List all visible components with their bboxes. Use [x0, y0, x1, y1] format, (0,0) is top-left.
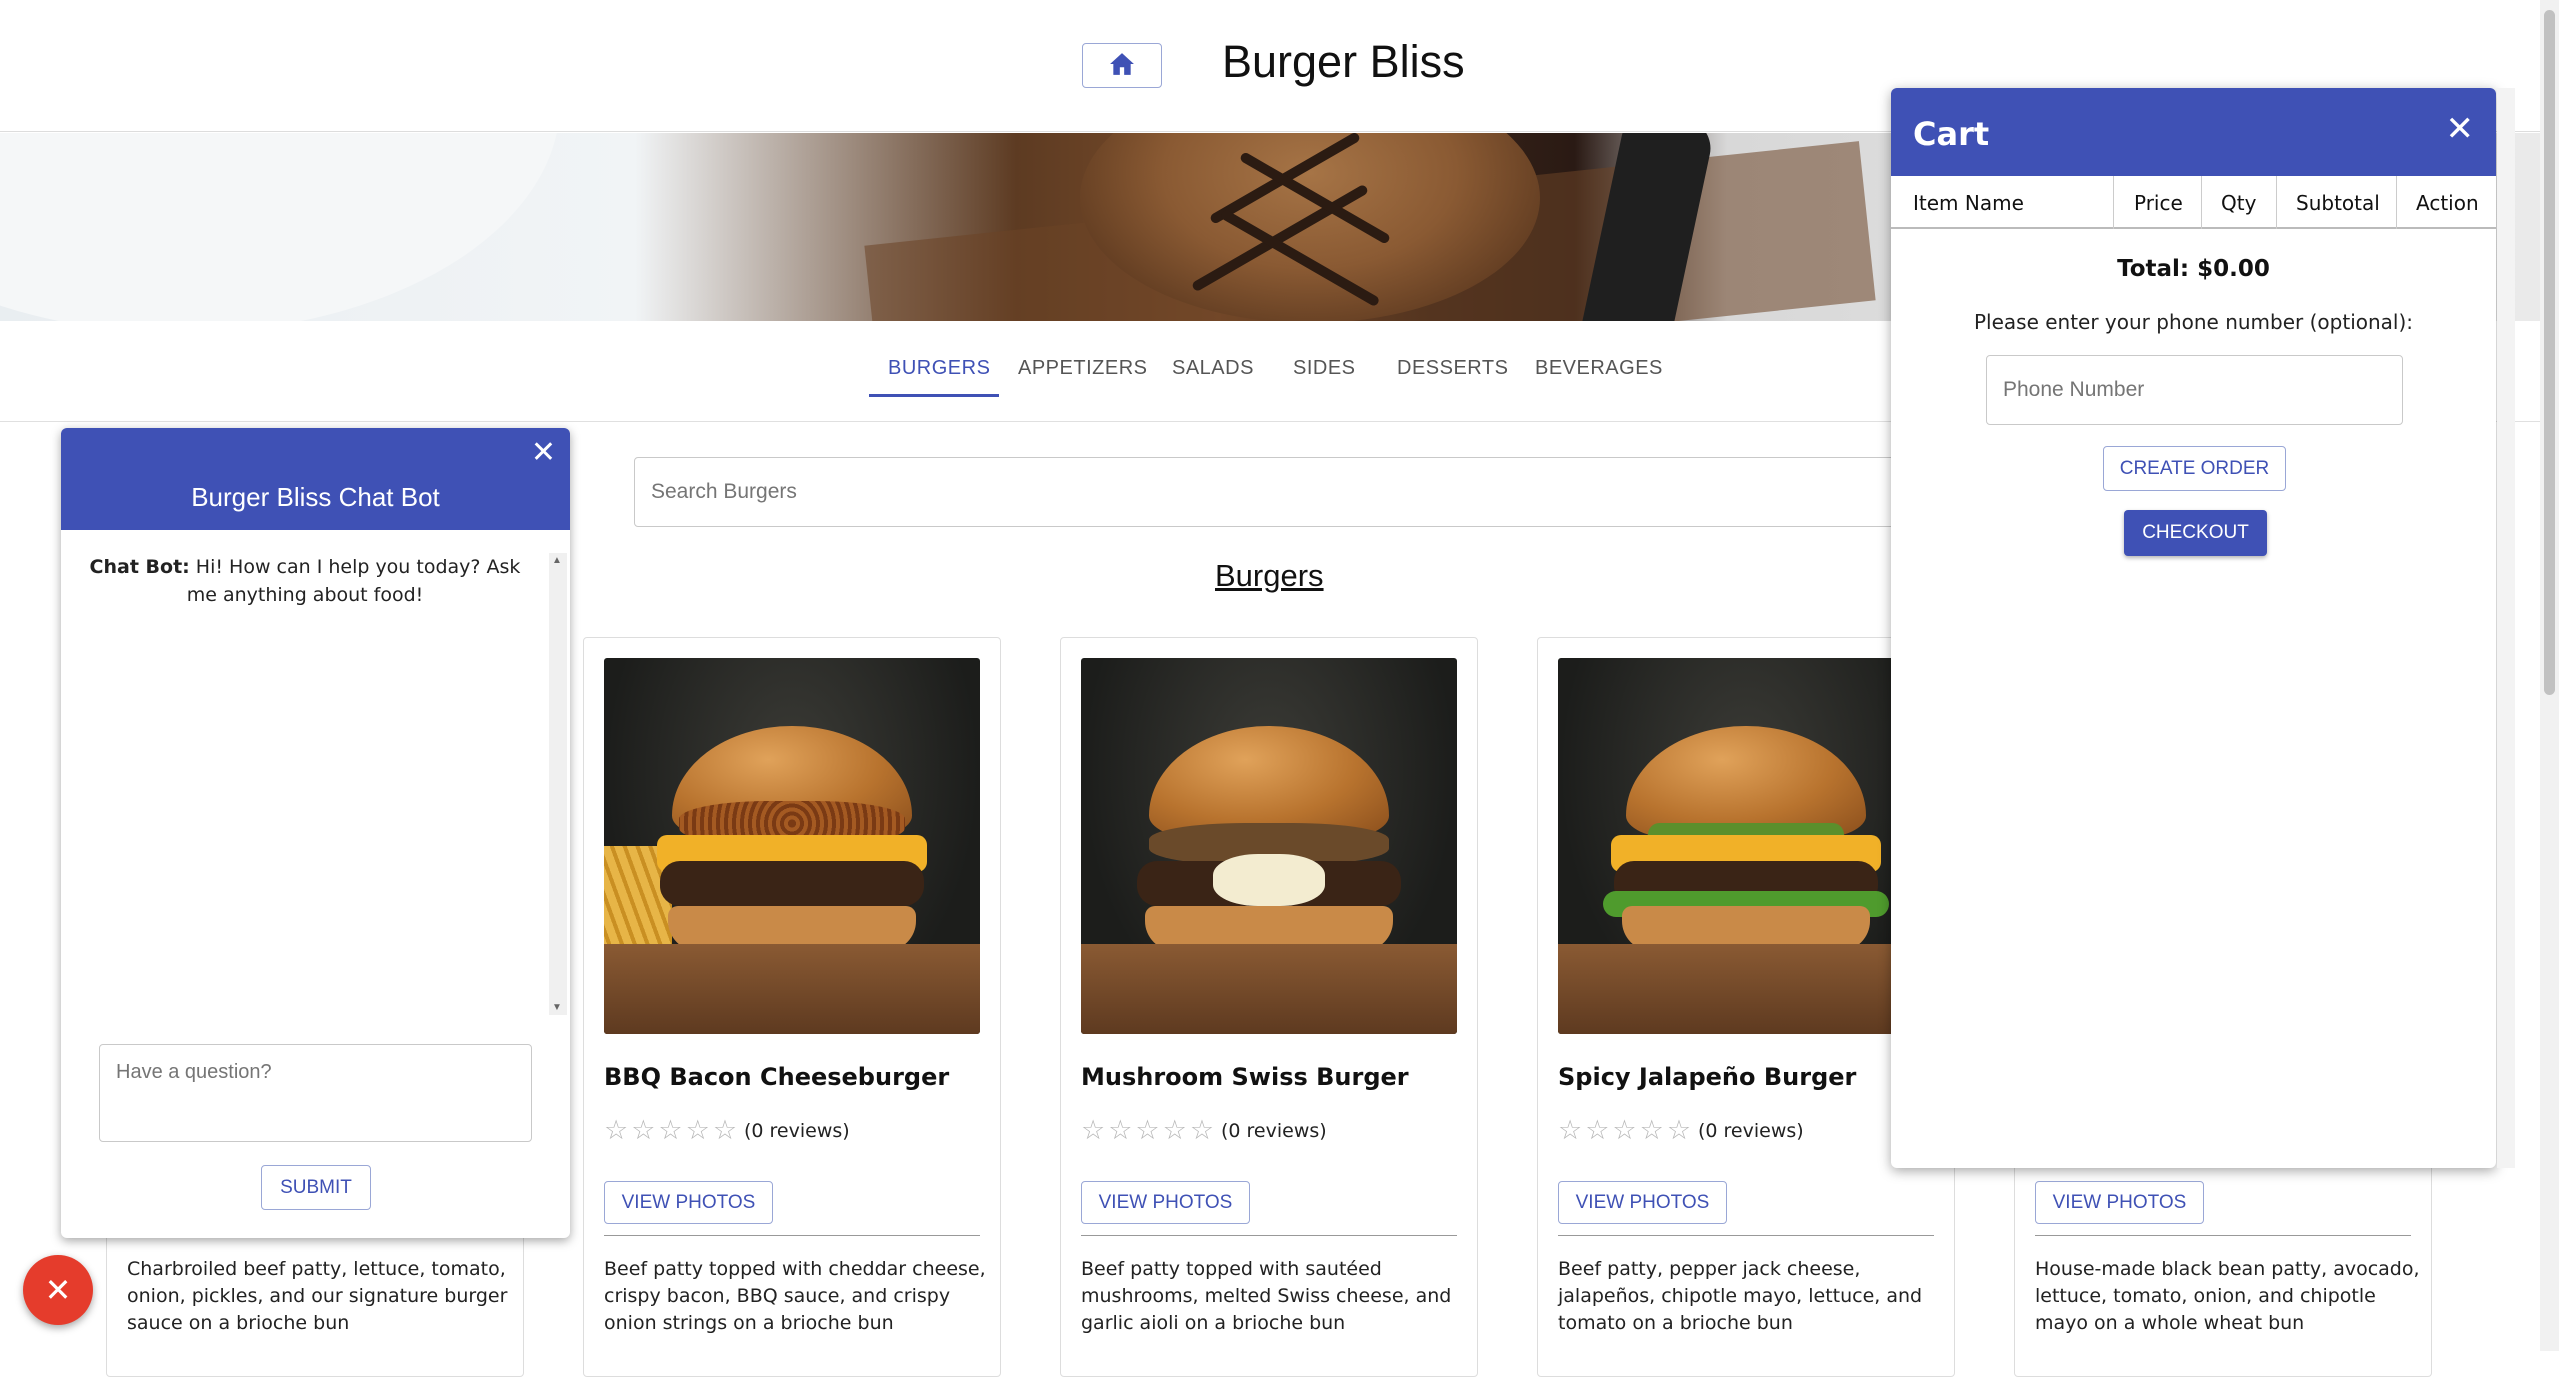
- tab-beverages[interactable]: BEVERAGES: [1535, 357, 1663, 380]
- scrollbar-thumb[interactable]: [2544, 10, 2555, 695]
- divider: [1081, 1235, 1457, 1236]
- burger-photo[interactable]: [1081, 658, 1457, 1034]
- menu-card: BBQ Bacon Cheeseburger ☆☆☆☆☆ (0 reviews)…: [583, 637, 1001, 1377]
- divider: [2035, 1235, 2411, 1236]
- tab-desserts[interactable]: DESSERTS: [1397, 357, 1508, 380]
- review-count: (0 reviews): [1221, 1120, 1327, 1142]
- tab-salads[interactable]: SALADS: [1172, 357, 1254, 380]
- phone-label: Please enter your phone number (optional…: [1973, 310, 2414, 334]
- card-description: Beef patty topped with cheddar cheese, c…: [604, 1258, 986, 1334]
- card-title: Spicy Jalapeño Burger: [1558, 1063, 1857, 1091]
- cart-total: Total: $0.00: [2117, 256, 2270, 282]
- card-description: Charbroiled beef patty, lettuce, tomato,…: [127, 1258, 508, 1334]
- chat-speaker: Chat Bot:: [89, 556, 190, 578]
- home-button[interactable]: [1082, 43, 1162, 88]
- chatbot-title: Burger Bliss Chat Bot: [191, 482, 440, 512]
- section-title: Burgers: [1215, 558, 1324, 593]
- col-action: Action: [2416, 191, 2479, 215]
- close-icon[interactable]: ✕: [531, 438, 556, 468]
- card-description: Beef patty topped with sautéed mushrooms…: [1081, 1258, 1452, 1334]
- scroll-up-icon[interactable]: ▲: [552, 555, 562, 566]
- tab-sides[interactable]: SIDES: [1293, 357, 1356, 380]
- app-root: Burger Bliss BURGERS APPETIZERS SALADS S…: [0, 0, 2559, 1377]
- cart-scrollbar[interactable]: [2497, 88, 2515, 1168]
- cart-header: Cart ✕: [1891, 88, 2496, 176]
- close-icon[interactable]: ✕: [2446, 112, 2475, 146]
- rating-stars[interactable]: ☆☆☆☆☆: [604, 1115, 740, 1146]
- card-description: House-made black bean patty, avocado, le…: [2035, 1258, 2420, 1334]
- view-photos-button[interactable]: VIEW PHOTOS: [1081, 1181, 1250, 1224]
- submit-button[interactable]: SUBMIT: [261, 1165, 371, 1210]
- col-subtotal: Subtotal: [2296, 191, 2380, 215]
- chat-message: Hi! How can I help you today? Ask me any…: [186, 556, 521, 606]
- rating-stars[interactable]: ☆☆☆☆☆: [1081, 1115, 1217, 1146]
- menu-card: Mushroom Swiss Burger ☆☆☆☆☆ (0 reviews) …: [1060, 637, 1478, 1377]
- chatbot-panel: ✕ Burger Bliss Chat Bot Chat Bot: Hi! Ho…: [61, 428, 570, 1238]
- close-icon: ✕: [44, 1272, 72, 1308]
- create-order-button[interactable]: CREATE ORDER: [2103, 446, 2286, 491]
- tab-burgers[interactable]: BURGERS: [888, 357, 990, 380]
- phone-input[interactable]: [1986, 355, 2403, 425]
- divider: [604, 1235, 980, 1236]
- view-photos-button[interactable]: VIEW PHOTOS: [604, 1181, 773, 1224]
- card-title: BBQ Bacon Cheeseburger: [604, 1063, 950, 1091]
- home-icon: [1109, 52, 1135, 79]
- search-input[interactable]: [634, 457, 1934, 527]
- chat-toggle-button[interactable]: ✕: [23, 1255, 93, 1325]
- rating-stars[interactable]: ☆☆☆☆☆: [1558, 1115, 1694, 1146]
- active-tab-indicator: [869, 394, 999, 397]
- burger-photo[interactable]: [1558, 658, 1934, 1034]
- cart-panel: Cart ✕ Item Name Price Qty Subtotal Acti…: [1891, 88, 2496, 1168]
- view-photos-button[interactable]: VIEW PHOTOS: [1558, 1181, 1727, 1224]
- page-scrollbar[interactable]: [2540, 0, 2559, 1351]
- cart-title: Cart: [1913, 115, 1990, 153]
- tab-appetizers[interactable]: APPETIZERS: [1018, 357, 1147, 380]
- chat-scrollbar[interactable]: ▲ ▼: [549, 553, 567, 1015]
- card-title: Mushroom Swiss Burger: [1081, 1063, 1409, 1091]
- site-title: Burger Bliss: [1222, 36, 1465, 87]
- checkout-button[interactable]: CHECKOUT: [2124, 510, 2267, 556]
- chatbot-header: ✕ Burger Bliss Chat Bot: [61, 428, 570, 530]
- col-qty: Qty: [2221, 191, 2257, 215]
- card-description: Beef patty, pepper jack cheese, jalapeño…: [1558, 1258, 1923, 1334]
- chat-question-input[interactable]: [99, 1044, 532, 1142]
- review-count: (0 reviews): [1698, 1120, 1804, 1142]
- divider: [1558, 1235, 1934, 1236]
- review-count: (0 reviews): [744, 1120, 850, 1142]
- burger-photo[interactable]: [604, 658, 980, 1034]
- view-photos-button[interactable]: VIEW PHOTOS: [2035, 1181, 2204, 1224]
- cart-table-header: Item Name Price Qty Subtotal Action: [1891, 176, 2496, 229]
- col-item-name: Item Name: [1913, 191, 2024, 215]
- chat-messages: Chat Bot: Hi! How can I help you today? …: [61, 553, 549, 1013]
- col-price: Price: [2134, 191, 2183, 215]
- scroll-down-icon[interactable]: ▼: [552, 1002, 562, 1013]
